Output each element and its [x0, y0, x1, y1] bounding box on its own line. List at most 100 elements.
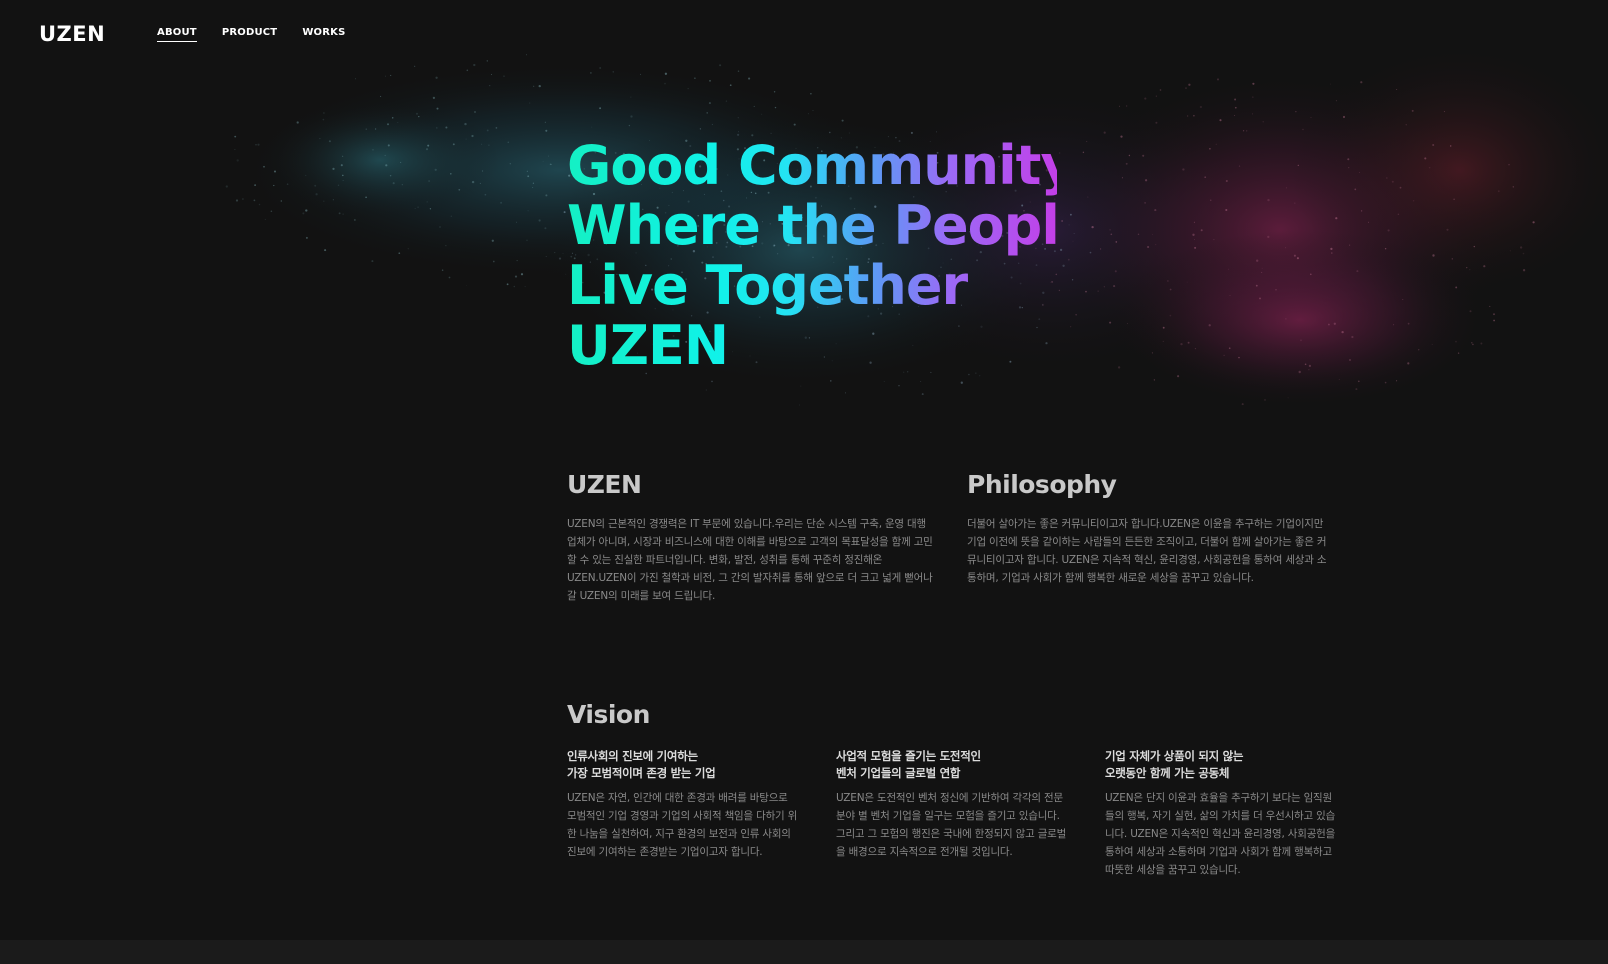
nebula-particle	[516, 221, 517, 223]
nav-item-about[interactable]: ABOUT	[157, 27, 197, 42]
nebula-particle	[1110, 233, 1113, 236]
nebula-particle	[1483, 265, 1486, 268]
nebula-particle	[1519, 246, 1523, 249]
hero-line: Live Together	[567, 256, 1087, 316]
nebula-particle	[426, 201, 428, 203]
nebula-particle	[1333, 322, 1336, 325]
nebula-particle	[1182, 168, 1185, 171]
nebula-particle	[558, 257, 562, 260]
nebula-particle	[1229, 294, 1231, 297]
nebula-particle	[471, 134, 474, 138]
nebula-particle	[612, 71, 614, 73]
vision-item: 인류사회의 진보에 기여하는 가장 모범적이며 존경 받는 기업 UZEN은 자…	[567, 748, 799, 861]
nebula-particle	[748, 77, 751, 80]
page: UZEN ABOUT PRODUCT WORKS Good Community …	[0, 0, 1608, 964]
hero-line: Good Community	[567, 136, 1087, 196]
nebula-particle	[1216, 78, 1220, 81]
vision-item-body: UZEN은 자연, 인간에 대한 존경과 배려를 바탕으로 모범적인 기업 경영…	[567, 792, 798, 858]
nebula-particle	[1293, 254, 1296, 257]
nebula-particle	[920, 381, 922, 383]
nebula-particle	[1310, 273, 1312, 276]
nebula-particle	[699, 128, 702, 130]
nebula-particle	[526, 239, 528, 241]
nebula-particle	[1262, 121, 1264, 123]
nebula-particle	[524, 286, 526, 288]
nebula-particle	[324, 249, 327, 252]
nebula-particle	[1472, 343, 1474, 346]
nebula-particle	[1348, 166, 1350, 169]
nebula-particle	[591, 126, 593, 128]
nebula-particle	[1356, 270, 1359, 273]
nebula-particle	[384, 154, 386, 157]
nebula-particle	[1155, 121, 1158, 124]
nebula-particle	[432, 96, 436, 100]
nebula-particle	[1251, 96, 1254, 99]
nebula-particle	[445, 126, 448, 129]
nebula-particle	[241, 198, 244, 200]
nebula-particle	[526, 170, 528, 172]
nebula-particle	[1228, 268, 1230, 270]
nebula-particle	[1360, 210, 1363, 212]
nebula-particle	[464, 122, 467, 126]
nebula-particle	[1308, 369, 1310, 371]
nebula-particle	[387, 144, 390, 147]
nebula-particle	[484, 193, 487, 196]
nebula-particle	[323, 112, 325, 114]
nebula-particle	[418, 115, 420, 118]
nebula-particle	[337, 184, 340, 186]
nebula-particle	[599, 107, 602, 110]
nebula-particle	[1508, 163, 1510, 166]
nebula-particle	[1246, 130, 1248, 132]
nebula-particle	[1188, 83, 1191, 86]
nebula-particle	[273, 184, 275, 187]
nebula-particle	[491, 74, 492, 75]
nebula-particle	[1397, 213, 1400, 216]
vision-item-body: UZEN은 단지 이윤과 효율을 추구하기 보다는 임직원들의 행복, 자기 실…	[1105, 792, 1336, 876]
nebula-particle	[1335, 100, 1337, 102]
nebula-particle	[1113, 285, 1116, 288]
nebula-particle	[465, 138, 467, 140]
nebula-particle	[1428, 166, 1431, 169]
nebula-particle	[694, 77, 696, 80]
nebula-particle	[1396, 89, 1398, 91]
nav-item-works[interactable]: WORKS	[302, 27, 345, 42]
nebula-particle	[1193, 221, 1195, 223]
nebula-particle	[1522, 252, 1525, 255]
nebula-particle	[270, 210, 273, 212]
nebula-particle	[492, 260, 495, 263]
nebula-particle	[384, 75, 387, 77]
nebula-particle	[1296, 257, 1299, 260]
nebula-particle	[315, 193, 318, 196]
nebula-particle	[1338, 378, 1341, 381]
nebula-particle	[1209, 147, 1211, 150]
nebula-particle	[630, 115, 633, 118]
nebula-particle	[1261, 271, 1263, 273]
nebula-particle	[1297, 164, 1299, 167]
nebula-particle	[286, 183, 289, 186]
nebula-particle	[1109, 228, 1112, 231]
vision-item: 기업 자체가 상품이 되지 않는 오랫동안 함께 가는 공동체 UZEN은 단지…	[1105, 748, 1337, 879]
nebula-particle	[1121, 177, 1123, 179]
nebula-particle	[532, 186, 534, 188]
nebula-particle	[1118, 105, 1121, 107]
nebula-particle	[1194, 239, 1196, 240]
nebula-particle	[263, 165, 265, 168]
nebula-particle	[1402, 299, 1404, 300]
nebula-particle	[1154, 209, 1157, 212]
site-logo[interactable]: UZEN	[39, 22, 105, 46]
nebula-particle	[544, 227, 547, 230]
vision-item: 사업적 모험을 즐기는 도전적인 벤처 기업들의 글로벌 연합 UZEN은 도전…	[836, 748, 1068, 861]
nebula-particle	[401, 184, 403, 186]
nebula-particle	[711, 123, 714, 126]
nebula-particle	[1471, 342, 1473, 344]
nav-item-product[interactable]: PRODUCT	[222, 27, 278, 42]
nebula-particle	[960, 381, 963, 384]
nebula-particle	[1228, 347, 1231, 350]
hero-headline: Good Community Where the People Live Tog…	[567, 136, 1095, 376]
nebula-particle	[706, 112, 708, 114]
nebula-particle	[340, 164, 343, 167]
nebula-particle	[1127, 323, 1128, 325]
nebula-particle	[516, 260, 518, 262]
nebula-particle	[486, 129, 489, 132]
nebula-particle	[1532, 221, 1535, 224]
